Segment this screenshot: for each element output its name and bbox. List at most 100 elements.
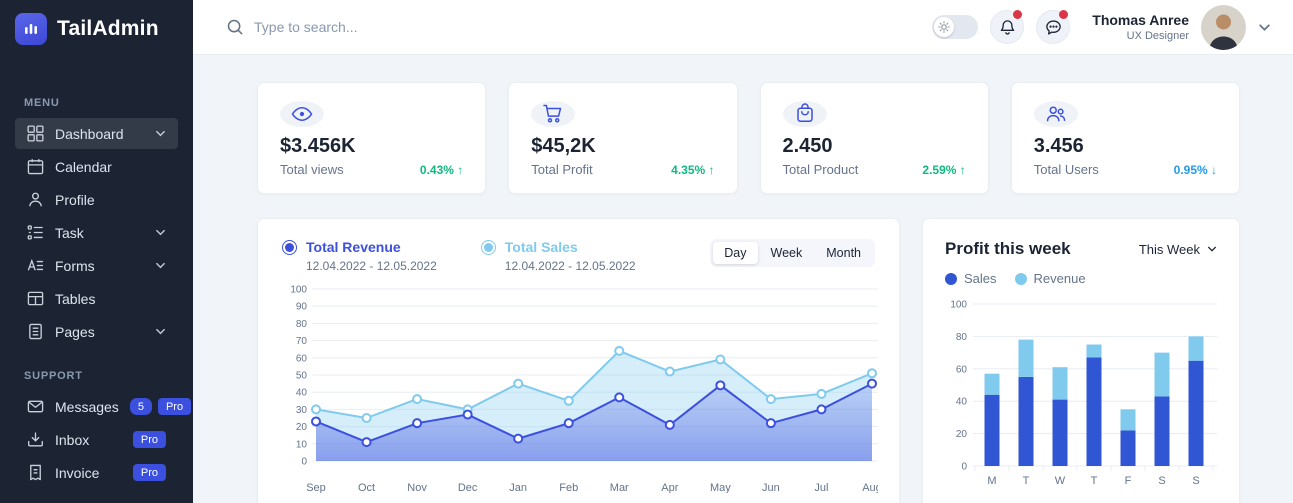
y-tick-label: 50 xyxy=(296,371,308,382)
data-point-marker xyxy=(767,395,775,403)
data-point-marker xyxy=(817,405,825,413)
stat-label: Total Users xyxy=(1034,162,1099,177)
dashboard-grid-icon xyxy=(27,125,44,142)
user-role: UX Designer xyxy=(1092,30,1189,42)
y-tick-label: 0 xyxy=(301,457,307,468)
bar-chart-legend: Sales Revenue xyxy=(945,271,1217,286)
sidebar-item-invoice[interactable]: Invoice Pro xyxy=(15,457,178,488)
sidebar-item-label: Forms xyxy=(55,258,95,274)
x-tick-label: S xyxy=(1158,475,1165,487)
revenue-bar-segment xyxy=(1019,340,1034,377)
data-point-marker xyxy=(565,419,573,427)
range-button-day[interactable]: Day xyxy=(713,242,757,264)
pro-badge: Pro xyxy=(133,464,166,481)
revenue-bar-segment xyxy=(1053,367,1068,399)
brand[interactable]: TailAdmin xyxy=(0,0,193,57)
data-point-marker xyxy=(565,397,573,405)
x-tick-label: Nov xyxy=(407,482,427,493)
sidebar-item-messages[interactable]: Messages 5 Pro xyxy=(15,391,178,422)
header-actions: Thomas Anree UX Designer xyxy=(932,5,1271,50)
sidebar-item-profile[interactable]: Profile xyxy=(15,184,178,215)
sidebar-item-label: Inbox xyxy=(55,432,89,448)
y-tick-label: 100 xyxy=(950,300,967,311)
revenue-bar-segment xyxy=(985,374,1000,395)
chevron-down-icon xyxy=(1207,244,1217,254)
messages-count-badge: 5 xyxy=(130,398,152,415)
profit-week-panel: Profit this week This Week Sales xyxy=(922,218,1240,503)
legend-label: Revenue xyxy=(1034,271,1086,286)
y-tick-label: 70 xyxy=(296,336,308,347)
stat-card-total-views: $3.456K Total views 0.43% ↑ xyxy=(257,82,486,194)
sidebar-item-tables[interactable]: Tables xyxy=(15,283,178,314)
range-button-month[interactable]: Month xyxy=(815,242,872,264)
x-tick-label: Dec xyxy=(458,482,478,493)
data-point-marker xyxy=(363,438,371,446)
legend-sales[interactable]: Sales xyxy=(945,271,997,286)
data-point-marker xyxy=(716,381,724,389)
stats-row: $3.456K Total views 0.43% ↑ $45,2K xyxy=(257,82,1240,194)
data-point-marker xyxy=(312,405,320,413)
stat-label: Total Profit xyxy=(531,162,592,177)
support-section-label: SUPPORT xyxy=(24,370,193,382)
stat-value: $3.456K xyxy=(280,135,463,158)
notifications-button[interactable] xyxy=(990,10,1024,44)
sales-bar-segment xyxy=(1189,361,1204,466)
dark-mode-toggle[interactable] xyxy=(932,15,978,39)
sidebar-item-forms[interactable]: Forms xyxy=(15,250,178,281)
x-tick-label: Sep xyxy=(306,482,326,493)
panel-title: Profit this week xyxy=(945,239,1071,259)
data-point-marker xyxy=(615,347,623,355)
sidebar: TailAdmin MENU Dashboard Calendar Profil… xyxy=(0,0,193,503)
sidebar-item-calendar[interactable]: Calendar xyxy=(15,151,178,182)
legend-label: Sales xyxy=(964,271,997,286)
search-input[interactable] xyxy=(254,19,554,35)
bar-chart: 020406080100MTWTFSS xyxy=(945,294,1217,501)
pro-badge: Pro xyxy=(158,398,191,415)
x-tick-label: F xyxy=(1125,475,1132,487)
x-tick-label: T xyxy=(1023,475,1030,487)
user-menu[interactable]: Thomas Anree UX Designer xyxy=(1092,12,1189,42)
sidebar-item-task[interactable]: Task xyxy=(15,217,178,248)
legend-revenue[interactable]: Revenue xyxy=(1015,271,1086,286)
sales-bar-segment xyxy=(1053,400,1068,466)
chevron-down-icon xyxy=(155,227,166,238)
sidebar-item-label: Invoice xyxy=(55,465,99,481)
stat-label: Total Product xyxy=(783,162,859,177)
stat-rate: 0.43% ↑ xyxy=(420,163,463,177)
x-tick-label: Oct xyxy=(358,482,375,493)
data-point-marker xyxy=(514,435,522,443)
data-point-marker xyxy=(767,419,775,427)
main-area: Thomas Anree UX Designer xyxy=(193,0,1293,503)
legend-total-revenue[interactable]: Total Revenue 12.04.2022 - 12.05.2022 xyxy=(282,239,437,273)
chat-button[interactable] xyxy=(1036,10,1070,44)
user-chevron-down-icon[interactable] xyxy=(1258,21,1271,34)
y-tick-label: 40 xyxy=(296,388,308,399)
sidebar-item-label: Task xyxy=(55,225,84,241)
data-point-marker xyxy=(312,417,320,425)
pro-badge: Pro xyxy=(133,431,166,448)
y-tick-label: 60 xyxy=(956,364,968,375)
y-tick-label: 0 xyxy=(961,462,967,473)
x-tick-label: T xyxy=(1091,475,1098,487)
revenue-bar-segment xyxy=(1189,336,1204,360)
inbox-icon xyxy=(27,431,44,448)
sidebar-item-label: Profile xyxy=(55,192,95,208)
x-tick-label: Jan xyxy=(509,482,527,493)
sun-icon xyxy=(934,17,954,37)
sidebar-item-inbox[interactable]: Inbox Pro xyxy=(15,424,178,455)
forms-icon xyxy=(27,257,44,274)
user-name: Thomas Anree xyxy=(1092,12,1189,28)
legend-total-sales[interactable]: Total Sales 12.04.2022 - 12.05.2022 xyxy=(481,239,636,273)
charts-row: Total Revenue 12.04.2022 - 12.05.2022 To… xyxy=(257,218,1240,503)
sidebar-item-pages[interactable]: Pages xyxy=(15,316,178,347)
stat-value: $45,2K xyxy=(531,135,714,158)
range-button-week[interactable]: Week xyxy=(760,242,814,264)
chevron-down-icon xyxy=(155,128,166,139)
sidebar-item-dashboard[interactable]: Dashboard xyxy=(15,118,178,149)
week-dropdown[interactable]: This Week xyxy=(1139,242,1217,257)
data-point-marker xyxy=(716,356,724,364)
avatar[interactable] xyxy=(1201,5,1246,50)
chevron-down-icon xyxy=(155,326,166,337)
data-point-marker xyxy=(514,380,522,388)
data-point-marker xyxy=(615,393,623,401)
